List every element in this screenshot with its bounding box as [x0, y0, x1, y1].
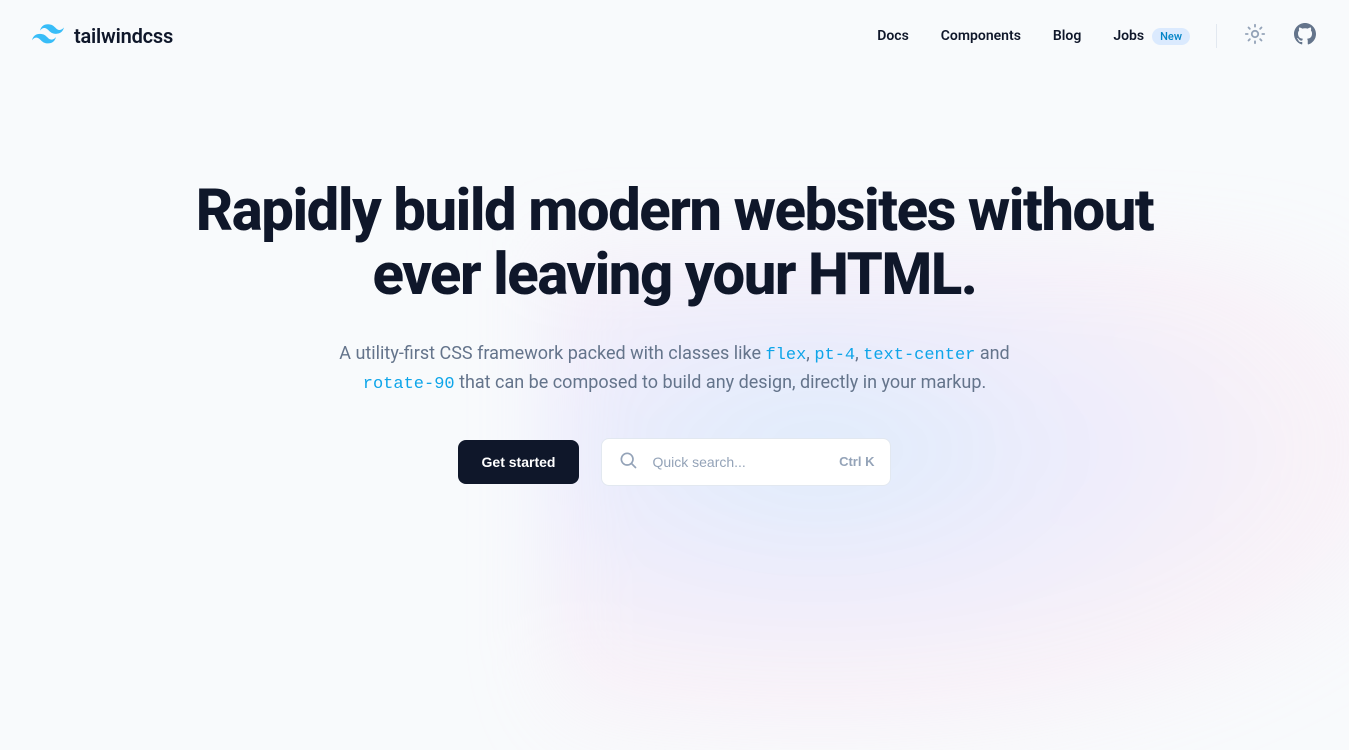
code-flex: flex	[765, 346, 806, 365]
nav-jobs-label: Jobs	[1113, 28, 1144, 44]
nav-docs[interactable]: Docs	[877, 28, 909, 44]
nav-right: Docs Components Blog Jobs New	[877, 24, 1317, 48]
github-icon	[1294, 23, 1316, 49]
search-icon	[618, 450, 638, 473]
nav-divider	[1216, 24, 1217, 48]
nav-jobs[interactable]: Jobs New	[1113, 28, 1190, 45]
logo-mark-icon	[32, 24, 64, 48]
hero-title: Rapidly build modern websites without ev…	[195, 180, 1155, 308]
brand-logo[interactable]: tailwindcss	[32, 24, 173, 48]
code-pt4: pt-4	[814, 346, 855, 365]
brand-name: tailwindcss	[74, 24, 173, 48]
nav-components[interactable]: Components	[941, 28, 1021, 44]
code-text-center: text-center	[863, 346, 975, 365]
github-link[interactable]	[1293, 24, 1317, 48]
main-nav: Docs Components Blog Jobs New	[877, 28, 1190, 45]
search-placeholder: Quick search...	[652, 454, 825, 470]
hero-section: Rapidly build modern websites without ev…	[0, 72, 1349, 486]
sun-icon	[1244, 23, 1266, 49]
new-badge: New	[1152, 28, 1190, 45]
hero-subtitle: A utility-first CSS framework packed wit…	[305, 340, 1045, 398]
nav-blog[interactable]: Blog	[1053, 28, 1081, 44]
site-header: tailwindcss Docs Components Blog Jobs Ne…	[0, 0, 1349, 72]
code-rotate90: rotate-90	[363, 375, 455, 394]
quick-search[interactable]: Quick search... Ctrl K	[601, 438, 891, 486]
cta-row: Get started Quick search... Ctrl K	[0, 438, 1349, 486]
theme-toggle[interactable]	[1243, 24, 1267, 48]
get-started-button[interactable]: Get started	[458, 440, 580, 484]
search-shortcut: Ctrl K	[839, 454, 874, 469]
